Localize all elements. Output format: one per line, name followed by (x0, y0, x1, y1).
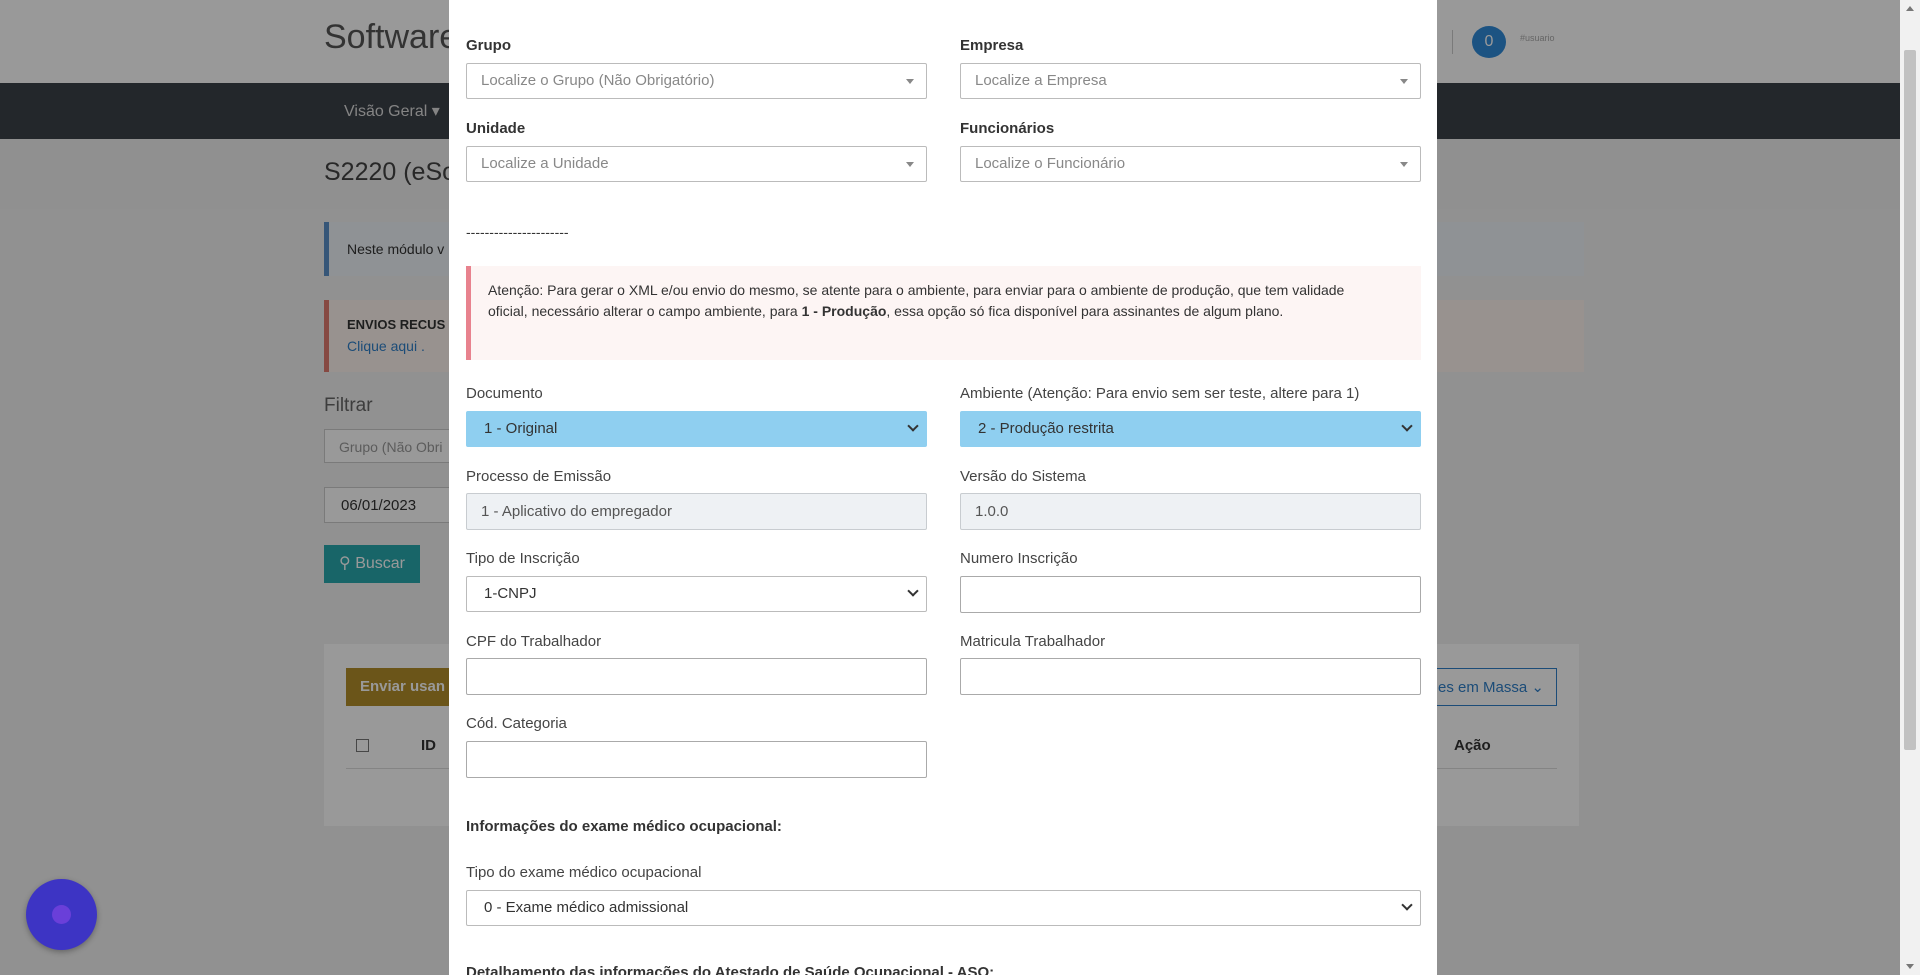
chat-widget-button[interactable] (26, 879, 97, 950)
versao-sistema-input[interactable]: 1.0.0 (960, 493, 1421, 530)
scrollbar-thumb[interactable] (1904, 50, 1916, 750)
matricula-trabalhador-label: Matricula Trabalhador (960, 633, 1106, 650)
page-scrollbar[interactable] (1900, 0, 1920, 975)
ambiente-value: 2 - Produção restrita (978, 420, 1114, 437)
chevron-down-icon (1401, 899, 1413, 911)
dropdown-caret-icon (906, 79, 914, 84)
chevron-down-icon (907, 420, 919, 432)
scroll-down-arrow-icon[interactable] (1906, 964, 1914, 969)
documento-value: 1 - Original (484, 420, 558, 437)
tipo-inscricao-select[interactable]: 1-CNPJ (466, 576, 927, 612)
tipo-exame-value: 0 - Exame médico admissional (484, 899, 689, 916)
matricula-trabalhador-input[interactable] (960, 658, 1421, 695)
empresa-select[interactable]: Localize a Empresa (960, 63, 1421, 99)
dropdown-caret-icon (906, 162, 914, 167)
documento-select[interactable]: 1 - Original (466, 411, 927, 447)
event-form-modal: Grupo Localize o Grupo (Não Obrigatório)… (449, 0, 1437, 975)
scroll-up-arrow-icon[interactable] (1906, 6, 1914, 11)
tipo-inscricao-value: 1-CNPJ (484, 585, 537, 602)
warning-text: Atenção: Para gerar o XML e/ou envio do … (488, 280, 1358, 322)
unidade-label: Unidade (466, 120, 526, 137)
processo-emissao-label: Processo de Emissão (466, 468, 612, 485)
grupo-placeholder: Localize o Grupo (Não Obrigatório) (481, 72, 715, 89)
separator-line: ---------------------- (466, 224, 569, 240)
chevron-down-icon (907, 585, 919, 597)
dropdown-caret-icon (1400, 162, 1408, 167)
unidade-placeholder: Localize a Unidade (481, 155, 609, 172)
funcionarios-select[interactable]: Localize o Funcionário (960, 146, 1421, 182)
cpf-trabalhador-input[interactable] (466, 658, 927, 695)
production-warning-alert: Atenção: Para gerar o XML e/ou envio do … (466, 266, 1421, 360)
section-heading-exame: Informações do exame médico ocupacional: (466, 818, 782, 835)
cod-categoria-label: Cód. Categoria (466, 715, 567, 732)
chevron-down-icon (1401, 420, 1413, 432)
versao-sistema-label: Versão do Sistema (960, 468, 1086, 485)
numero-inscricao-input[interactable] (960, 576, 1421, 613)
grupo-select[interactable]: Localize o Grupo (Não Obrigatório) (466, 63, 927, 99)
funcionarios-label: Funcionários (960, 120, 1055, 137)
processo-emissao-input[interactable]: 1 - Aplicativo do empregador (466, 493, 927, 530)
warning-text-bold: 1 - Produção (801, 303, 887, 319)
funcionarios-placeholder: Localize o Funcionário (975, 155, 1126, 172)
numero-inscricao-label: Numero Inscrição (960, 550, 1078, 567)
grupo-label: Grupo (466, 37, 511, 54)
chat-icon (52, 905, 71, 924)
section-heading-aso: Detalhamento das informações do Atestado… (466, 964, 995, 975)
tipo-inscricao-label: Tipo de Inscrição (466, 550, 580, 567)
cod-categoria-input[interactable] (466, 741, 927, 778)
empresa-placeholder: Localize a Empresa (975, 72, 1107, 89)
ambiente-select[interactable]: 2 - Produção restrita (960, 411, 1421, 447)
empresa-label: Empresa (960, 37, 1024, 54)
cpf-trabalhador-label: CPF do Trabalhador (466, 633, 602, 650)
dropdown-caret-icon (1400, 79, 1408, 84)
ambiente-label: Ambiente (Atenção: Para envio sem ser te… (960, 385, 1360, 402)
unidade-select[interactable]: Localize a Unidade (466, 146, 927, 182)
tipo-exame-select[interactable]: 0 - Exame médico admissional (466, 890, 1421, 926)
documento-label: Documento (466, 385, 543, 402)
warning-text-end: , essa opção só fica disponível para ass… (886, 303, 1284, 319)
tipo-exame-label: Tipo do exame médico ocupacional (466, 864, 702, 881)
